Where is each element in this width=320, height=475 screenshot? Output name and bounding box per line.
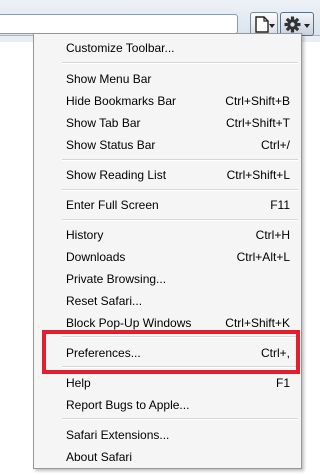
page-icon <box>255 16 275 33</box>
menu-item-report-bugs-to-apple[interactable]: Report Bugs to Apple... <box>34 394 301 416</box>
menu-item-label: History <box>66 228 104 242</box>
menu-item-help[interactable]: Help F1 <box>34 372 301 394</box>
menu-item-label: Downloads <box>66 250 126 264</box>
menu-item-label: Show Status Bar <box>66 138 156 152</box>
menu-separator <box>62 189 298 191</box>
menu-item-label: Show Reading List <box>66 168 167 182</box>
menu-separator <box>62 159 298 161</box>
menu-item-shortcut: F11 <box>270 198 290 212</box>
menu-item-shortcut: Ctrl+/ <box>260 138 290 152</box>
menu-item-about-safari[interactable]: About Safari <box>34 446 301 468</box>
menu-item-label: Private Browsing... <box>66 272 167 286</box>
menu-item-shortcut: Ctrl+Alt+L <box>236 250 290 264</box>
menu-item-reset-safari[interactable]: Reset Safari... <box>34 290 301 312</box>
menu-item-customize-toolbar[interactable]: Customize Toolbar... <box>34 37 301 59</box>
menu-item-history[interactable]: History Ctrl+H <box>34 224 301 246</box>
menu-item-show-reading-list[interactable]: Show Reading List Ctrl+Shift+L <box>34 164 301 186</box>
menu-item-label: About Safari <box>66 450 133 464</box>
menu-item-label: Show Tab Bar <box>66 116 141 130</box>
menu-item-shortcut: F1 <box>275 376 290 390</box>
preferences-highlight-box <box>42 330 300 374</box>
menu-item-shortcut: Ctrl+H <box>255 228 290 242</box>
menu-item-downloads[interactable]: Downloads Ctrl+Alt+L <box>34 246 301 268</box>
browser-toolbar <box>0 0 320 36</box>
menu-item-label: Customize Toolbar... <box>66 41 175 55</box>
menu-item-shortcut: Ctrl+Shift+B <box>225 94 290 108</box>
menu-separator <box>62 219 298 221</box>
menu-item-enter-full-screen[interactable]: Enter Full Screen F11 <box>34 194 301 216</box>
menu-item-show-status-bar[interactable]: Show Status Bar Ctrl+/ <box>34 134 301 156</box>
menu-separator <box>62 62 298 64</box>
chevron-down-icon <box>269 24 275 28</box>
menu-item-private-browsing[interactable]: Private Browsing... <box>34 268 301 290</box>
menu-item-label: Help <box>66 376 91 390</box>
menu-item-shortcut: Ctrl+Shift+T <box>225 116 290 130</box>
menu-item-label: Reset Safari... <box>66 294 143 308</box>
address-field[interactable] <box>0 14 238 34</box>
menu-item-show-tab-bar[interactable]: Show Tab Bar Ctrl+Shift+T <box>34 112 301 134</box>
settings-dropdown-menu: Customize Toolbar... Show Menu Bar Hide Bo… <box>33 33 302 469</box>
menu-item-safari-extensions[interactable]: Safari Extensions... <box>34 424 301 446</box>
menu-item-label: Show Menu Bar <box>66 72 152 86</box>
menu-item-label: Report Bugs to Apple... <box>66 398 190 412</box>
menu-item-label: Safari Extensions... <box>66 428 170 442</box>
menu-separator <box>62 418 298 420</box>
menu-item-label: Enter Full Screen <box>66 198 159 212</box>
menu-item-hide-bookmarks-bar[interactable]: Hide Bookmarks Bar Ctrl+Shift+B <box>34 90 301 112</box>
chevron-down-icon <box>304 24 310 28</box>
menu-item-label: Hide Bookmarks Bar <box>66 94 177 108</box>
gear-icon <box>284 16 310 33</box>
menu-item-shortcut: Ctrl+Shift+L <box>226 168 290 182</box>
menu-item-show-menu-bar[interactable]: Show Menu Bar <box>34 68 301 90</box>
